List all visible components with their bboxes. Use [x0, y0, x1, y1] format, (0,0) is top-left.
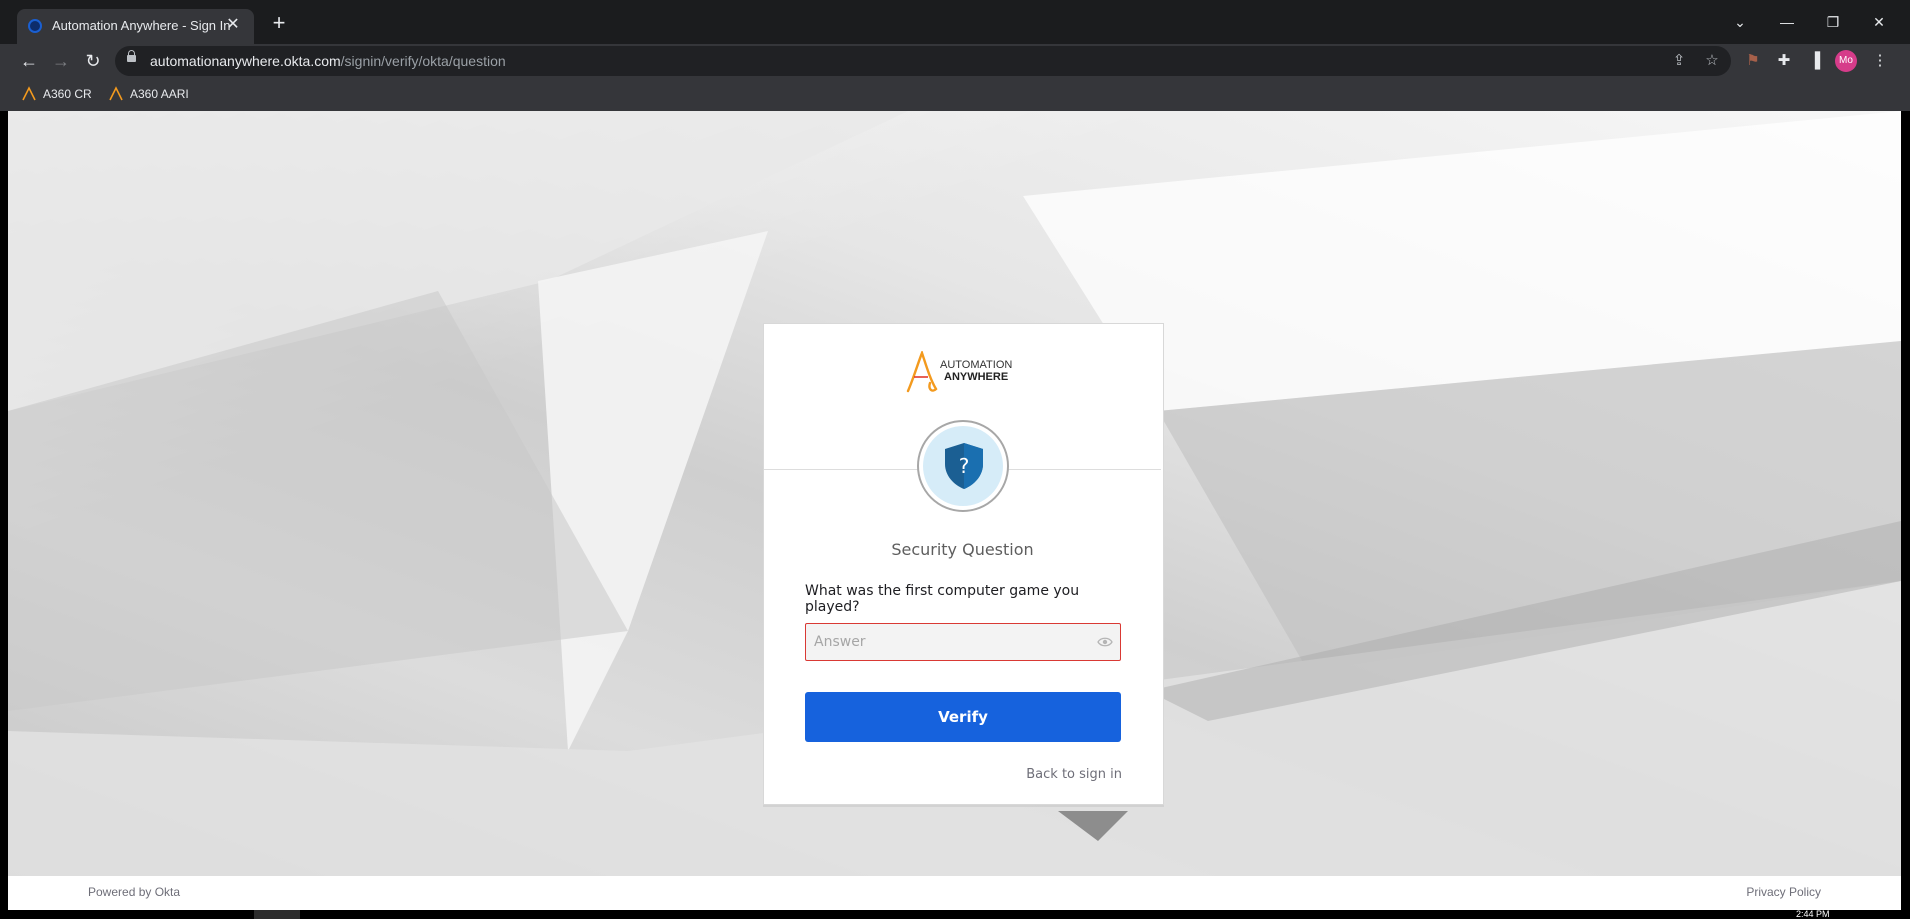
verify-button[interactable]: Verify — [805, 692, 1121, 742]
close-tab-icon[interactable]: ✕ — [223, 15, 243, 35]
back-to-sign-in-link[interactable]: Back to sign in — [1026, 767, 1122, 782]
page-footer: Powered by Okta Privacy Policy — [8, 876, 1901, 910]
reload-button[interactable]: ↻ — [81, 49, 105, 73]
privacy-policy-link[interactable]: Privacy Policy — [1746, 885, 1821, 899]
forward-button[interactable]: → — [49, 49, 73, 73]
bookmark-label: A360 CR — [43, 87, 92, 101]
bookmarks-bar: A360 CR A360 AARI — [0, 78, 1910, 111]
automation-anywhere-logo-icon — [22, 86, 36, 101]
bookmark-a360-cr[interactable]: A360 CR — [21, 84, 92, 104]
browser-toolbar: ← → ↻ automationanywhere.okta.com/signin… — [0, 44, 1910, 78]
shield-question-icon: ? — [945, 443, 983, 489]
tab-strip: Automation Anywhere - Sign In ✕ + ⌄ — ❐ … — [0, 0, 1910, 44]
os-taskbar: 2:44 PM — [0, 910, 1910, 919]
taskbar-clock: 2:44 PM — [1796, 909, 1830, 919]
side-panel-icon[interactable]: ▐ — [1803, 49, 1827, 73]
page-title: Security Question — [891, 540, 1034, 559]
answer-input[interactable] — [805, 623, 1121, 661]
powered-by-okta: Powered by Okta — [88, 885, 181, 899]
menu-kebab-icon[interactable]: ⋮ — [1868, 49, 1892, 73]
bookmark-label: A360 AARI — [130, 87, 189, 101]
browser-chrome: Automation Anywhere - Sign In ✕ + ⌄ — ❐ … — [0, 0, 1910, 111]
url-text: automationanywhere.okta.com/signin/verif… — [150, 53, 506, 69]
okta-favicon-icon — [28, 19, 42, 33]
extensions-puzzle-icon[interactable]: ✚ — [1772, 49, 1796, 73]
minimize-button[interactable]: — — [1775, 10, 1799, 34]
svg-text:?: ? — [959, 454, 970, 478]
back-button[interactable]: ← — [17, 49, 41, 73]
restore-button[interactable]: ❐ — [1821, 10, 1845, 34]
close-window-button[interactable]: ✕ — [1867, 10, 1891, 34]
bookmark-a360-aari[interactable]: A360 AARI — [108, 84, 189, 104]
automation-anywhere-logo-icon — [109, 86, 123, 101]
svg-text:AUTOMATION: AUTOMATION — [940, 359, 1012, 371]
profile-avatar[interactable]: Mo — [1835, 50, 1857, 72]
extension-icon[interactable]: ⚑ — [1741, 49, 1765, 73]
new-tab-button[interactable]: + — [268, 12, 290, 35]
lock-icon[interactable] — [127, 50, 136, 62]
svg-text:ANYWHERE: ANYWHERE — [944, 371, 1008, 383]
tab-search-icon[interactable]: ⌄ — [1728, 10, 1752, 34]
address-bar[interactable]: automationanywhere.okta.com/signin/verif… — [115, 46, 1731, 76]
show-password-eye-icon[interactable] — [1097, 636, 1113, 648]
factor-icon-ring: ? — [917, 420, 1009, 512]
tab-title: Automation Anywhere - Sign In — [52, 18, 231, 33]
page-background: AUTOMATION ANYWHERE ? Security Question … — [8, 111, 1901, 876]
okta-signin-card: AUTOMATION ANYWHERE ? Security Question … — [763, 323, 1164, 805]
share-icon[interactable]: ⇪ — [1669, 51, 1689, 71]
bookmark-star-icon[interactable]: ☆ — [1702, 51, 1722, 71]
factor-icon-background: ? — [923, 426, 1003, 506]
security-question-label: What was the first computer game you pla… — [805, 583, 1080, 615]
browser-tab[interactable]: Automation Anywhere - Sign In ✕ — [17, 9, 254, 44]
taskbar-item[interactable] — [254, 910, 300, 919]
automation-anywhere-logo: AUTOMATION ANYWHERE — [906, 351, 1012, 393]
